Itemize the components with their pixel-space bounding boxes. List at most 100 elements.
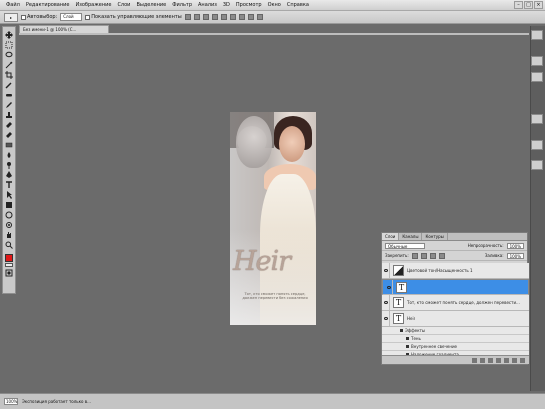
- fx-icon[interactable]: [480, 357, 485, 363]
- layer-row[interactable]: Цветовой тон/Насыщенность 1: [382, 263, 529, 279]
- align-center-icon[interactable]: [220, 14, 227, 20]
- dock-panel-button-4[interactable]: [531, 140, 543, 150]
- lock-transparency-icon[interactable]: [411, 252, 418, 259]
- marquee-tool[interactable]: [4, 40, 14, 49]
- visibility-toggle[interactable]: [385, 280, 393, 294]
- effects-icon: [400, 329, 403, 332]
- menu-image[interactable]: Изображение: [72, 2, 114, 8]
- history-brush-tool[interactable]: [4, 120, 14, 129]
- zoom-field[interactable]: 100%: [4, 398, 18, 405]
- quick-select-tool[interactable]: [4, 60, 14, 69]
- align-bottom-icon[interactable]: [202, 14, 209, 20]
- eraser-tool[interactable]: [4, 130, 14, 139]
- pen-tool[interactable]: [4, 170, 14, 179]
- layers-list: Цветовой тон/Насыщенность 1 T T Тот, кто…: [382, 263, 529, 359]
- autoselect-checkbox[interactable]: Автовыбор:: [21, 14, 57, 20]
- visibility-toggle[interactable]: [382, 311, 390, 326]
- link-layers-icon[interactable]: [472, 357, 477, 363]
- tab-channels[interactable]: Каналы: [399, 233, 423, 240]
- distribute-icon[interactable]: [238, 14, 245, 20]
- hand-tool[interactable]: [4, 230, 14, 239]
- distribute-h-icon[interactable]: [247, 14, 254, 20]
- effect-name: Тень: [411, 336, 421, 341]
- visibility-toggle[interactable]: [382, 263, 390, 278]
- clone-stamp-tool[interactable]: [4, 110, 14, 119]
- trash-icon[interactable]: [520, 357, 525, 363]
- zoom-tool[interactable]: [4, 240, 14, 249]
- magnifier-icon: [5, 241, 13, 249]
- new-layer-icon[interactable]: [512, 357, 517, 363]
- minimize-button[interactable]: –: [514, 1, 523, 9]
- menu-file[interactable]: Файл: [3, 2, 23, 8]
- opacity-input[interactable]: 100%: [506, 242, 524, 249]
- canvas-script-title: Heir: [233, 246, 291, 277]
- menu-layers[interactable]: Слои: [114, 2, 133, 8]
- layer-row-selected[interactable]: T: [382, 279, 529, 295]
- dock-panel-button-2[interactable]: [531, 72, 543, 82]
- effect-row[interactable]: Тень: [382, 335, 529, 343]
- layer-name: Тот, кто сможет понять сердце, должен пе…: [407, 300, 520, 305]
- status-bar: 100% Экспозиция работает только в...: [0, 393, 545, 409]
- layer-row[interactable]: T Heir: [382, 311, 529, 327]
- menu-view[interactable]: Просмотр: [233, 2, 265, 8]
- document-canvas[interactable]: Heir Тот, кто сможет понять сердце, долж…: [230, 112, 316, 325]
- brush-tool[interactable]: [4, 100, 14, 109]
- autoselect-select[interactable]: Слой: [60, 13, 83, 21]
- shape-tool[interactable]: [4, 200, 14, 209]
- foreground-color-swatch[interactable]: [5, 254, 13, 262]
- align-top-icon[interactable]: [184, 14, 191, 20]
- lasso-tool[interactable]: [4, 50, 14, 59]
- lock-all-icon[interactable]: [438, 252, 445, 259]
- mask-icon[interactable]: [488, 357, 493, 363]
- group-icon[interactable]: [504, 357, 509, 363]
- dock-collapse-button[interactable]: [531, 30, 543, 40]
- path-select-tool[interactable]: [4, 190, 14, 199]
- healing-tool[interactable]: [4, 90, 14, 99]
- lock-pixels-icon[interactable]: [420, 252, 427, 259]
- type-tool[interactable]: [4, 180, 14, 189]
- menu-window[interactable]: Окно: [265, 2, 284, 8]
- adjustment-icon[interactable]: [496, 357, 501, 363]
- blend-mode-select[interactable]: Обычные: [385, 242, 425, 249]
- menu-help[interactable]: Справка: [284, 2, 312, 8]
- menu-3d[interactable]: 3D: [220, 2, 233, 8]
- move-tool[interactable]: [4, 30, 14, 39]
- maximize-button[interactable]: □: [524, 1, 533, 9]
- fill-input[interactable]: 100%: [506, 252, 524, 259]
- align-right-icon[interactable]: [229, 14, 236, 20]
- tool-preset-picker[interactable]: ▸: [4, 12, 18, 22]
- quick-mask-icon: [5, 269, 13, 276]
- dock-panel-button-1[interactable]: [531, 56, 543, 66]
- quick-mask-button[interactable]: [4, 268, 14, 277]
- menu-select[interactable]: Выделение: [133, 2, 169, 8]
- menu-edit[interactable]: Редактирование: [23, 2, 73, 8]
- dodge-tool[interactable]: [4, 160, 14, 169]
- lock-position-icon[interactable]: [429, 252, 436, 259]
- dock-panel-button-3[interactable]: [531, 114, 543, 124]
- close-button[interactable]: ×: [534, 1, 543, 9]
- dock-panel-button-5[interactable]: [531, 160, 543, 170]
- tab-layers[interactable]: Слои: [382, 233, 400, 240]
- 3d-tool[interactable]: [4, 210, 14, 219]
- align-left-icon[interactable]: [211, 14, 218, 20]
- effects-header[interactable]: Эффекты: [382, 327, 529, 335]
- lasso-icon: [5, 51, 13, 57]
- crop-tool[interactable]: [4, 70, 14, 79]
- tab-paths[interactable]: Контуры: [422, 233, 448, 240]
- auto-align-icon[interactable]: [256, 14, 263, 20]
- effect-row[interactable]: Внутреннее свечение: [382, 343, 529, 351]
- gradient-tool[interactable]: [4, 140, 14, 149]
- history-brush-icon: [6, 121, 12, 128]
- eyedropper-tool[interactable]: [4, 80, 14, 89]
- type-icon: [6, 180, 12, 188]
- menu-filter[interactable]: Фильтр: [169, 2, 195, 8]
- 3d-camera-tool[interactable]: [4, 220, 14, 229]
- menu-analysis[interactable]: Анализ: [195, 2, 220, 8]
- visibility-toggle[interactable]: [382, 295, 390, 310]
- blur-tool[interactable]: [4, 150, 14, 159]
- canvas-quote: Тот, кто сможет понять сердце, должен пе…: [242, 292, 308, 301]
- layer-row[interactable]: T Тот, кто сможет понять сердце, должен …: [382, 295, 529, 311]
- align-middle-icon[interactable]: [193, 14, 200, 20]
- background-color-swatch[interactable]: [5, 263, 13, 267]
- show-transform-checkbox[interactable]: Показать управляющие элементы: [85, 14, 182, 20]
